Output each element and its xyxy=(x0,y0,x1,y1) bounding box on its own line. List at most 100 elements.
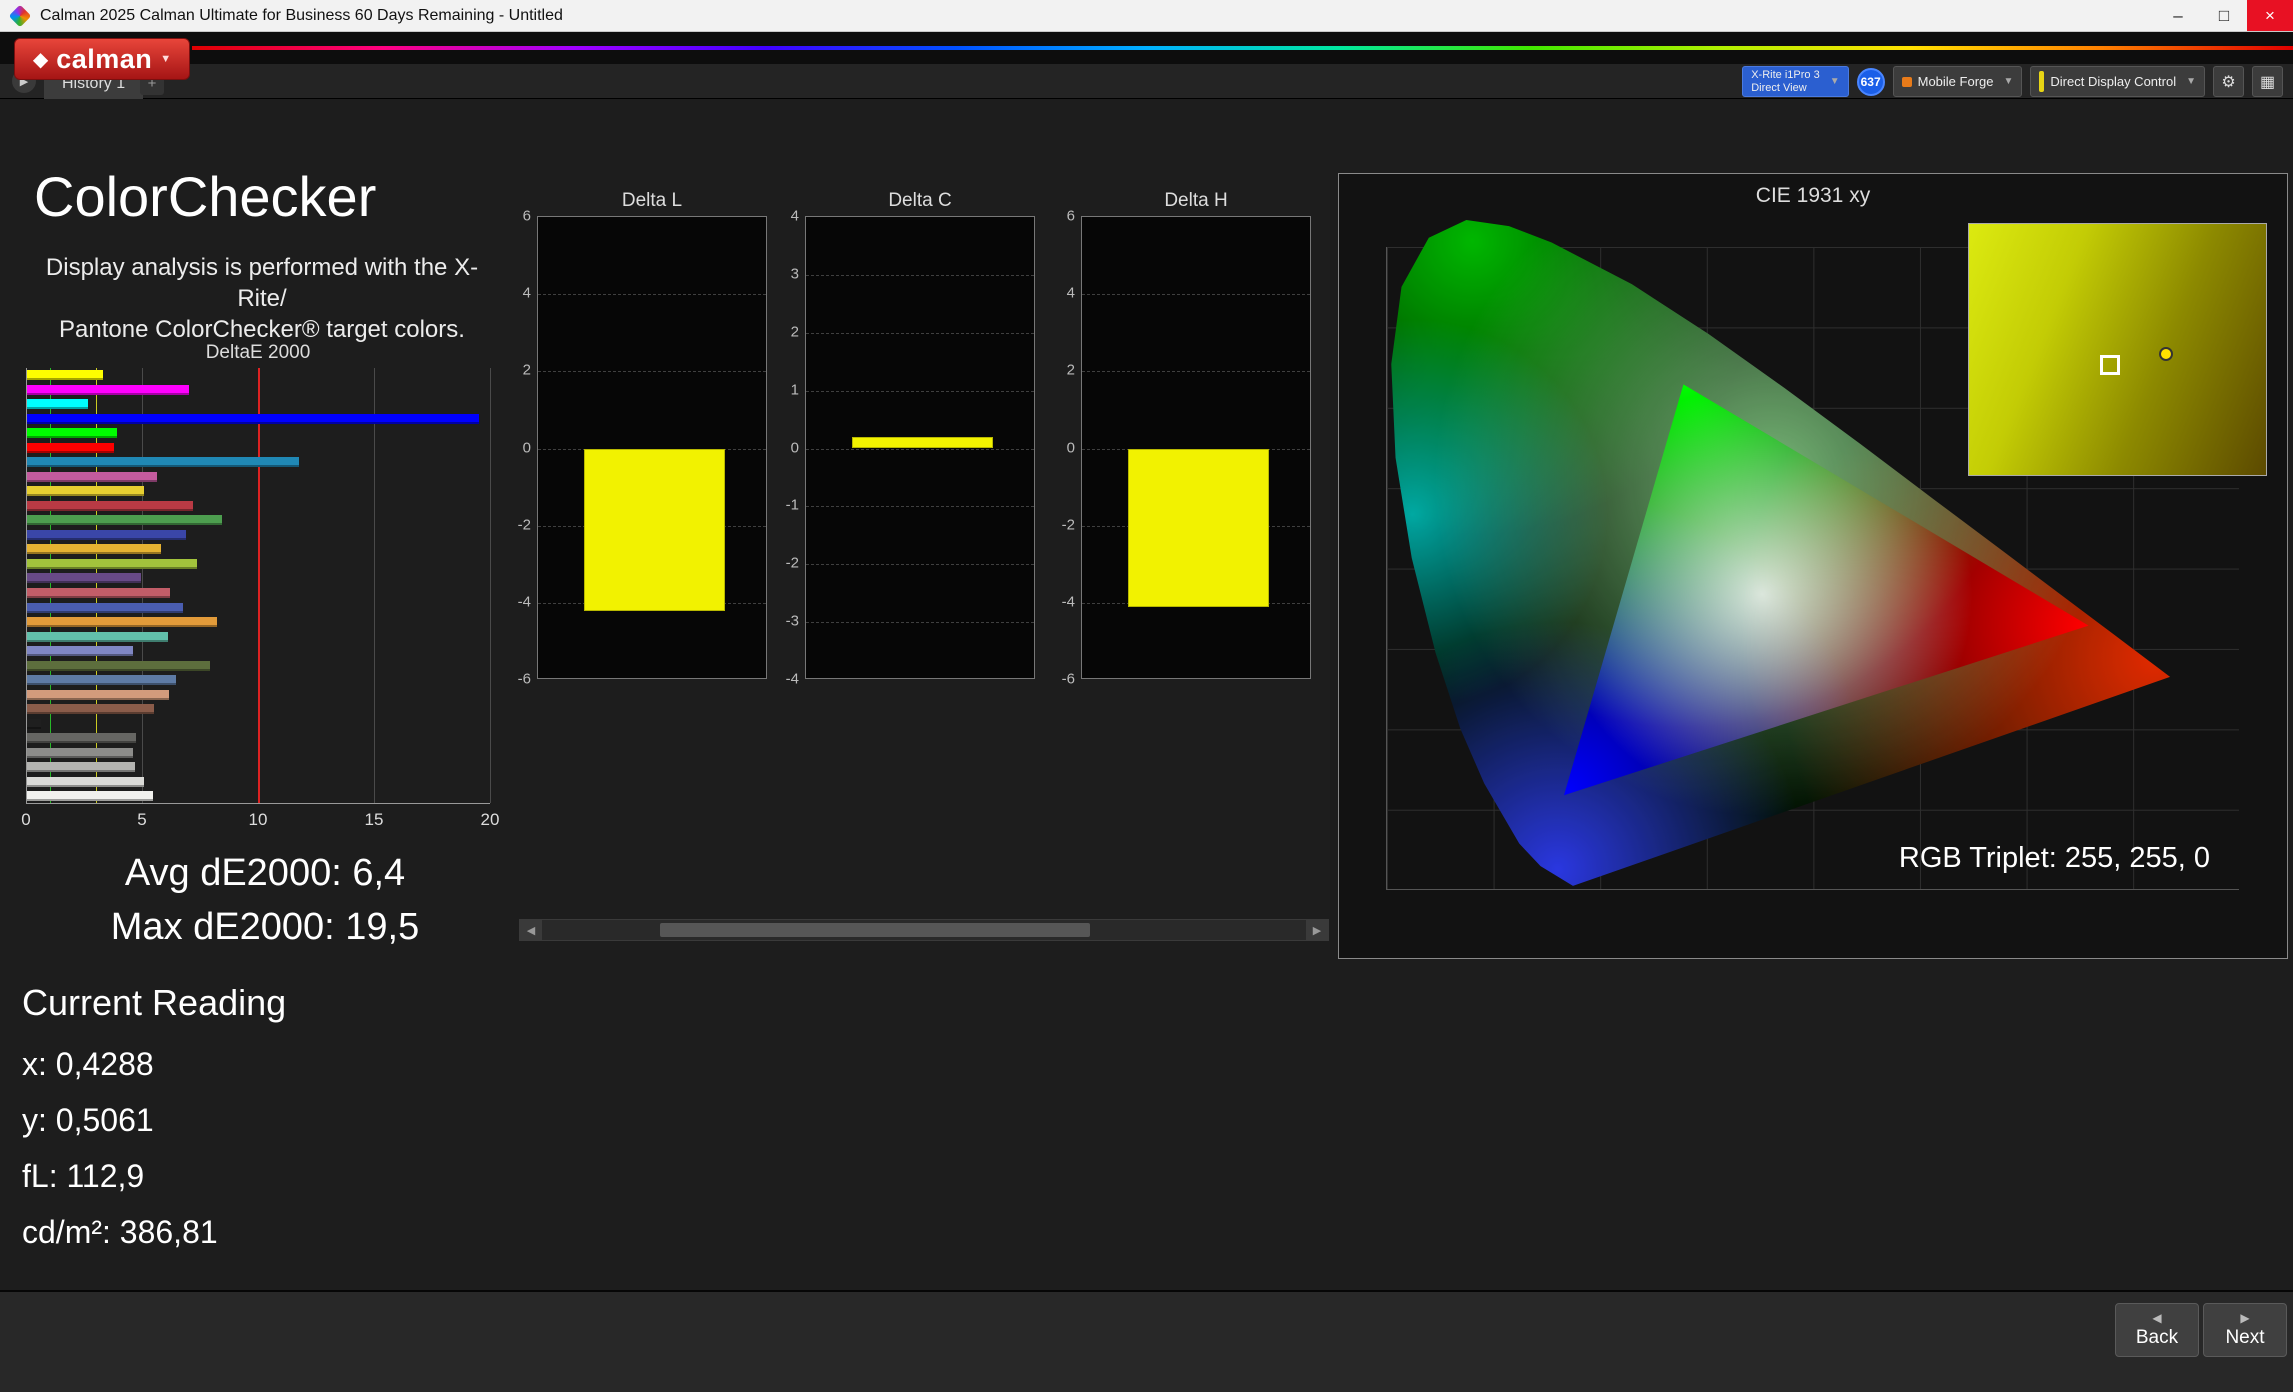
calman-diamond-icon: ◆ xyxy=(33,47,48,72)
deltae-bar xyxy=(27,457,299,467)
back-arrow-icon: ◀ xyxy=(2152,1311,2161,1325)
close-button[interactable]: × xyxy=(2247,0,2293,31)
chevron-down-icon: ▼ xyxy=(2186,76,2196,87)
settings-gear-icon[interactable]: ⚙ xyxy=(2213,66,2244,97)
axis-tick-label: -4 xyxy=(1043,593,1075,610)
deltae-bar xyxy=(27,370,103,380)
swatch-scrollbar[interactable]: ◀ ▶ xyxy=(519,919,1329,941)
scroll-left-arrow-icon[interactable]: ◀ xyxy=(520,920,542,940)
header-controls: X-Rite i1Pro 3 Direct View ▼ 637 Mobile … xyxy=(1742,66,2283,97)
deltae-bar xyxy=(27,443,114,453)
deltae-bar xyxy=(27,748,133,758)
axis-tick-label: 0 xyxy=(499,439,531,456)
display-grid-icon[interactable]: ▦ xyxy=(2252,66,2283,97)
max-de2000-value: Max dE2000: 19,5 xyxy=(10,906,520,949)
gridline xyxy=(806,564,1034,565)
axis-tick-label: -2 xyxy=(1043,516,1075,533)
deltae-bar xyxy=(27,486,144,496)
scroll-right-arrow-icon[interactable]: ▶ xyxy=(1306,920,1328,940)
delta-l-chart-title: Delta L xyxy=(537,190,767,212)
back-button[interactable]: ◀ Back xyxy=(2115,1303,2199,1357)
reading-count-badge: 637 xyxy=(1857,68,1885,96)
deltae-bar xyxy=(27,675,176,685)
gridline xyxy=(806,275,1034,276)
deltae-bar xyxy=(27,733,136,743)
delta-bar xyxy=(852,437,993,449)
deltae-bar xyxy=(27,414,479,424)
maximize-button[interactable]: □ xyxy=(2201,0,2247,31)
deltae-bar xyxy=(27,399,88,409)
deltae2000-chart-title: DeltaE 2000 xyxy=(26,342,490,364)
delta-c-plot-area xyxy=(805,216,1035,679)
deltae-bar xyxy=(27,617,217,627)
axis-tick-label: 20 xyxy=(481,810,500,830)
inset-measured-marker xyxy=(2159,347,2173,361)
navigation-cluster: ◀ Back ▶ Next xyxy=(2115,1298,2287,1390)
gridline xyxy=(806,333,1034,334)
app-icon xyxy=(9,4,32,27)
deltae-bar xyxy=(27,544,161,554)
deltae-bar xyxy=(27,690,169,700)
window-controls: – □ × xyxy=(2155,0,2293,31)
delta-h-chart: Delta H 6420-2-4-6 xyxy=(1043,190,1311,690)
delta-l-chart: Delta L 6420-2-4-6 xyxy=(499,190,767,690)
axis-tick-label: -6 xyxy=(499,671,531,688)
current-reading-cdm2: cd/m²: 386,81 xyxy=(22,1214,218,1251)
meter-mode: Direct View xyxy=(1751,82,1819,95)
axis-tick-label: -6 xyxy=(1043,671,1075,688)
delta-bar xyxy=(1128,449,1269,607)
chevron-down-icon: ▼ xyxy=(160,53,171,65)
deltae-bar xyxy=(27,646,133,656)
source-selector-button[interactable]: Mobile Forge ▼ xyxy=(1893,66,2023,97)
source-indicator-icon xyxy=(1902,77,1912,87)
axis-tick-label: -4 xyxy=(767,671,799,688)
minimize-button[interactable]: – xyxy=(2155,0,2201,31)
next-arrow-icon: ▶ xyxy=(2240,1311,2249,1325)
axis-tick-label: 6 xyxy=(499,208,531,225)
nav-button-row: ◀ Back ▶ Next xyxy=(2115,1303,2287,1357)
avg-de2000-value: Avg dE2000: 6,4 xyxy=(10,852,520,895)
deltae-bar xyxy=(27,719,41,729)
axis-tick-label: 4 xyxy=(499,285,531,302)
gridline xyxy=(142,368,143,803)
swatch-compare-strip: ◀ ▶ xyxy=(519,699,1329,947)
threshold-line xyxy=(258,368,261,803)
delta-bar xyxy=(584,449,725,611)
axis-tick-label: 10 xyxy=(249,810,268,830)
axis-tick-label: 15 xyxy=(365,810,384,830)
deltae-bar xyxy=(27,791,153,801)
axis-tick-label: 4 xyxy=(1043,285,1075,302)
next-button[interactable]: ▶ Next xyxy=(2203,1303,2287,1357)
deltae-bar xyxy=(27,603,183,613)
calman-logo-menu[interactable]: ◆ calman ▼ xyxy=(14,38,190,80)
deltae-bar xyxy=(27,704,154,714)
cie-1931-panel: CIE 1931 xy RGB Triplet: 255, 255, 0 xyxy=(1338,173,2288,959)
axis-tick-label: 5 xyxy=(137,810,146,830)
gridline xyxy=(538,371,766,372)
current-reading-fl: fL: 112,9 xyxy=(22,1158,144,1195)
deltae-bar xyxy=(27,573,141,583)
axis-tick-label: 4 xyxy=(767,208,799,225)
rainbow-gradient-strip xyxy=(192,46,2293,50)
deltae-bar xyxy=(27,501,193,511)
scrollbar-thumb[interactable] xyxy=(660,923,1090,937)
axis-tick-label: -1 xyxy=(767,497,799,514)
axis-tick-label: 6 xyxy=(1043,208,1075,225)
axis-tick-label: 2 xyxy=(767,323,799,340)
window-title: Calman 2025 Calman Ultimate for Business… xyxy=(40,7,563,25)
current-reading-y: y: 0,5061 xyxy=(22,1102,154,1139)
display-control-selector-button[interactable]: Direct Display Control ▼ xyxy=(2030,66,2205,97)
deltae2000-plot-area xyxy=(26,368,490,804)
gridline xyxy=(490,368,491,803)
calman-logo-text: calman xyxy=(56,44,152,75)
source-name: Mobile Forge xyxy=(1918,74,1994,89)
back-button-label: Back xyxy=(2136,1327,2178,1349)
meter-selector-button[interactable]: X-Rite i1Pro 3 Direct View ▼ xyxy=(1742,66,1848,97)
axis-tick-label: 0 xyxy=(1043,439,1075,456)
delta-h-plot-area xyxy=(1081,216,1311,679)
delta-l-plot-area xyxy=(537,216,767,679)
gridline xyxy=(806,449,1034,450)
deltae-bar xyxy=(27,632,168,642)
axis-tick-label: 2 xyxy=(1043,362,1075,379)
gridline xyxy=(538,294,766,295)
